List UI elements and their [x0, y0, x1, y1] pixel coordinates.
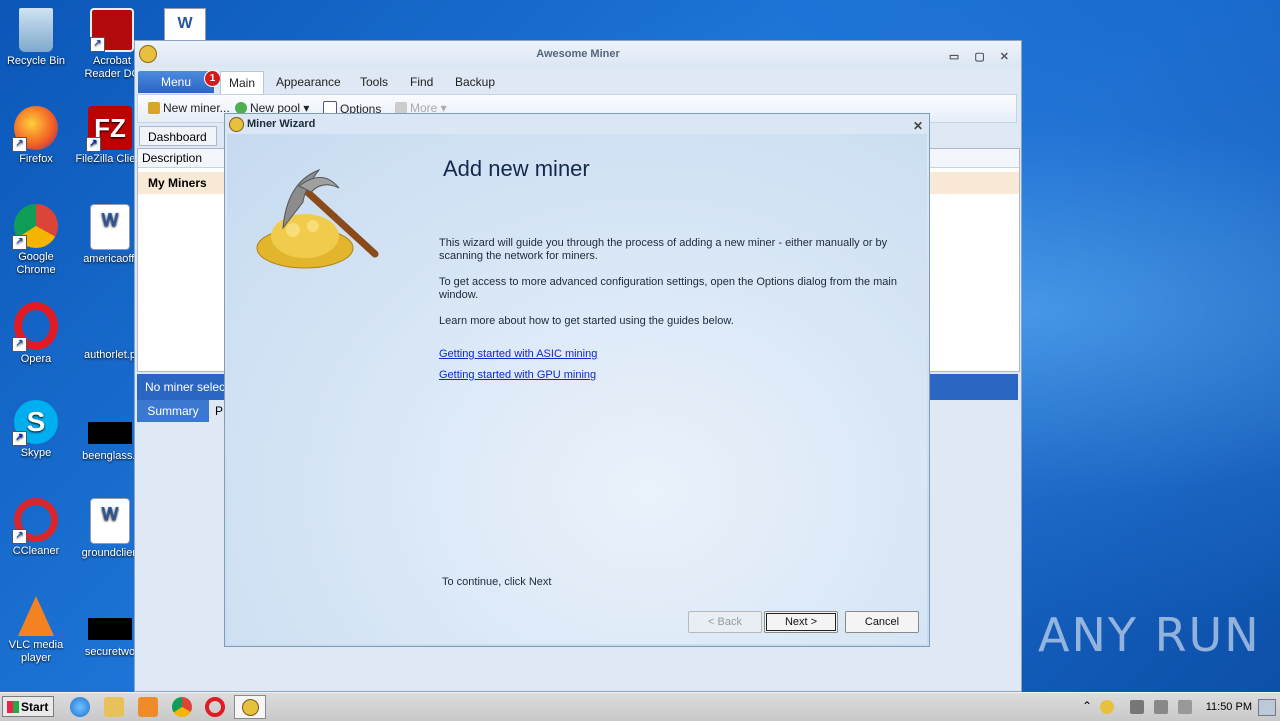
- wizard-paragraph-guides: Learn more about how to get started usin…: [439, 315, 734, 327]
- close-icon[interactable]: ✕: [913, 116, 923, 136]
- desktop-icon-label: Firefox: [19, 153, 53, 165]
- start-label: Start: [21, 700, 49, 714]
- desktop-icon-label: Google Chrome: [16, 251, 56, 276]
- tab-find[interactable]: Find: [410, 71, 433, 93]
- window-title: Awesome Miner: [536, 48, 620, 60]
- pickaxe-icon: [148, 102, 160, 114]
- windows-logo-icon: [7, 701, 19, 713]
- wizard-body: Add new miner This wizard will guide you…: [227, 134, 927, 644]
- opera-taskbar-icon[interactable]: [205, 697, 225, 717]
- skype-icon: S ↗: [12, 400, 58, 446]
- desktop-icon-firefox[interactable]: ↗ Firefox: [0, 106, 72, 166]
- menu-button[interactable]: Menu 1: [138, 70, 221, 93]
- desktop-icon-label: Skype: [20, 447, 52, 459]
- anyrun-watermark: ANY RUN: [1038, 608, 1261, 662]
- ccleaner-icon: ↗: [12, 498, 58, 544]
- recycle-bin-icon: [19, 8, 53, 52]
- tab-partial[interactable]: P: [215, 400, 223, 422]
- desktop-icon-opera[interactable]: ↗ Opera: [0, 302, 72, 366]
- chrome-taskbar-icon[interactable]: [172, 697, 192, 717]
- continue-instruction: To continue, click Next: [442, 576, 552, 588]
- wizard-paragraph-options: To get access to more advanced configura…: [439, 276, 897, 301]
- next-button[interactable]: Next >: [764, 611, 838, 633]
- tab-summary[interactable]: Summary: [137, 400, 209, 422]
- filezilla-icon: FZ ↗: [86, 106, 132, 152]
- desktop-icon-skype[interactable]: S ↗ Skype: [0, 400, 72, 460]
- app-logo-icon: [242, 699, 259, 716]
- wizard-heading: Add new miner: [443, 156, 590, 181]
- tab-tools[interactable]: Tools: [360, 71, 388, 93]
- wizard-paragraph-intro: This wizard will guide you through the p…: [439, 237, 888, 262]
- chrome-icon: ↗: [12, 204, 58, 250]
- menu-label: Menu: [160, 75, 192, 89]
- back-button[interactable]: < Back: [688, 611, 762, 633]
- show-desktop-button[interactable]: [1258, 699, 1276, 716]
- volume-icon[interactable]: [1130, 700, 1144, 714]
- desktop-icon-chrome[interactable]: ↗ Google Chrome: [0, 204, 72, 277]
- cancel-button[interactable]: Cancel: [845, 611, 919, 633]
- wizard-title-bar[interactable]: Miner Wizard ✕: [225, 114, 929, 134]
- window-controls[interactable]: ▭ ▢ ✕: [949, 44, 1015, 70]
- miner-wizard-dialog[interactable]: Miner Wizard ✕ Add new miner This wizard…: [224, 113, 930, 647]
- app-logo-icon: [139, 45, 157, 63]
- tab-main[interactable]: Main: [220, 71, 265, 94]
- word-document-icon: W: [90, 498, 130, 544]
- system-clock[interactable]: 11:50 PM: [1206, 701, 1252, 713]
- tab-backup[interactable]: Backup: [455, 71, 495, 93]
- redacted-thumbnail: [88, 422, 132, 444]
- action-center-flag-icon[interactable]: [1178, 700, 1192, 714]
- acrobat-icon: ↗: [90, 8, 134, 52]
- internet-explorer-icon[interactable]: [70, 697, 90, 717]
- app-logo-icon: [229, 117, 244, 132]
- opera-icon: ↗: [12, 302, 58, 352]
- ribbon-tabs: Menu 1 Main Appearance Tools Find Backup: [135, 69, 1021, 94]
- desktop-icon-label: CCleaner: [12, 545, 60, 557]
- desktop-icon-label: Opera: [20, 353, 52, 365]
- new-miner-button[interactable]: New miner...: [148, 101, 230, 115]
- desktop-icon-recycle-bin[interactable]: Recycle Bin: [0, 8, 72, 68]
- desktop-icon-label: Recycle Bin: [6, 55, 66, 67]
- tab-dashboard[interactable]: Dashboard: [139, 126, 217, 146]
- tab-appearance[interactable]: Appearance: [276, 71, 341, 93]
- window-title-bar[interactable]: Awesome Miner ▭ ▢ ✕: [135, 41, 1021, 67]
- network-icon[interactable]: [1154, 700, 1168, 714]
- new-miner-label: New miner...: [163, 101, 230, 115]
- notification-badge: 1: [204, 70, 221, 87]
- show-hidden-icons-button[interactable]: ⌃: [1082, 699, 1092, 713]
- redacted-thumbnail: [88, 618, 132, 640]
- awesome-miner-taskbar-button[interactable]: [234, 695, 266, 719]
- link-asic-guide[interactable]: Getting started with ASIC mining: [439, 348, 597, 360]
- firefox-icon: ↗: [12, 106, 58, 152]
- wizard-title: Miner Wizard: [247, 118, 316, 130]
- word-document-icon[interactable]: W: [164, 8, 206, 42]
- media-player-icon[interactable]: [138, 697, 158, 717]
- pickaxe-gold-icon: [256, 168, 379, 269]
- vlc-icon: [18, 596, 54, 636]
- desktop-icon-ccleaner[interactable]: ↗ CCleaner: [0, 498, 72, 558]
- word-document-icon: W: [90, 204, 130, 250]
- file-explorer-icon[interactable]: [104, 697, 124, 717]
- link-gpu-guide[interactable]: Getting started with GPU mining: [439, 369, 596, 381]
- taskbar: Start ⌃ 11:50 PM: [0, 692, 1280, 721]
- desktop-icon-vlc[interactable]: VLC media player: [0, 596, 72, 665]
- start-button[interactable]: Start: [2, 696, 54, 717]
- desktop-icon-label: VLC media player: [8, 639, 64, 664]
- tray-miner-icon[interactable]: [1100, 700, 1114, 714]
- file-icon: [88, 312, 132, 346]
